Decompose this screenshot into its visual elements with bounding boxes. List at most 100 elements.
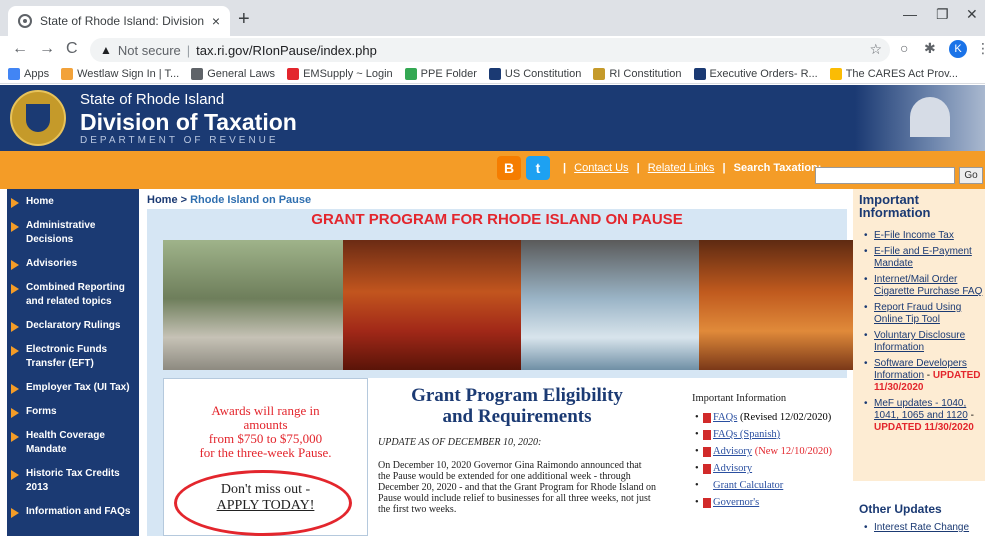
search-taxation-input[interactable] xyxy=(815,167,955,184)
puzzle-icon[interactable]: ✱ xyxy=(924,40,936,57)
other-updates-list: Interest Rate Change xyxy=(862,522,969,533)
other-update-link[interactable]: Interest Rate Change xyxy=(874,522,969,533)
important-info-link[interactable]: Voluntary Disclosure Information xyxy=(874,330,965,353)
sidebar-nav-item[interactable]: Electronic Funds Transfer (EFT) xyxy=(7,337,139,375)
important-info-heading: Important Information xyxy=(692,393,787,404)
other-updates-title: Other Updates xyxy=(859,502,942,516)
close-window-icon[interactable]: ✕ xyxy=(966,6,978,23)
bookmark-item[interactable]: Westlaw Sign In | T... xyxy=(61,67,179,80)
important-info-list: FAQs (Revised 12/02/2020) FAQs (Spanish) A… xyxy=(695,412,845,514)
info-link[interactable]: Advisory xyxy=(713,446,752,457)
sidebar-nav-item[interactable]: Declaratory Rulings xyxy=(7,313,139,337)
minimize-icon[interactable]: — xyxy=(903,6,917,22)
bookmark-item[interactable]: General Laws xyxy=(191,67,275,80)
bookmark-item[interactable]: Apps xyxy=(8,67,49,80)
important-info-link[interactable]: MeF updates - 1040, 1041, 1065 and 1120 xyxy=(874,398,968,421)
search-taxation-label: Search Taxation: xyxy=(733,162,822,174)
breadcrumb: Home > Rhode Island on Pause xyxy=(147,194,311,206)
reload-icon[interactable]: C xyxy=(66,40,78,58)
related-links-link[interactable]: Related Links xyxy=(648,162,715,174)
back-arrow-icon[interactable]: ← xyxy=(12,40,28,58)
info-link[interactable]: Advisory xyxy=(713,463,752,474)
info-link[interactable]: FAQs (Spanish) xyxy=(713,429,780,440)
important-info-link[interactable]: Report Fraud Using Online Tip Tool xyxy=(874,302,961,325)
blogger-icon[interactable]: B xyxy=(497,156,521,180)
info-link[interactable]: Grant Calculator xyxy=(713,480,783,491)
tab-close-icon[interactable]: × xyxy=(212,13,220,29)
highlight-circle xyxy=(174,470,352,536)
bookmark-item[interactable]: Executive Orders- R... xyxy=(693,67,818,80)
info-list-item: FAQs (Revised 12/02/2020) xyxy=(695,412,845,423)
browser-tab[interactable]: State of Rhode Island: Division of × xyxy=(8,6,230,36)
not-secure-label: Not secure xyxy=(117,42,181,58)
eligibility-heading-line-2: and Requirements xyxy=(442,406,592,427)
page-title: GRANT PROGRAM FOR RHODE ISLAND ON PAUSE xyxy=(311,211,683,228)
twitter-icon[interactable]: t xyxy=(526,156,550,180)
important-info-link[interactable]: Internet/Mail Order Cigarette Purchase F… xyxy=(874,274,982,297)
bookmark-favicon-icon xyxy=(191,67,204,80)
sidebar-nav-item[interactable]: Health Coverage Mandate xyxy=(7,423,139,461)
bookmarks-bar: Apps Westlaw Sign In | T... General Laws EM… xyxy=(0,64,985,84)
eligibility-heading: Grant Program Eligibility and Requiremen… xyxy=(372,385,662,427)
contact-us-link[interactable]: Contact Us xyxy=(574,162,628,174)
bookmark-star-icon[interactable]: ☆ xyxy=(869,41,882,58)
sidebar-nav-item[interactable]: Home xyxy=(7,189,139,213)
new-tab-button[interactable]: + xyxy=(238,8,250,31)
important-info-item: MeF updates - 1040, 1041, 1065 and 1120 … xyxy=(862,398,984,434)
info-note: (Revised 12/02/2020) xyxy=(737,412,832,423)
sidebar-nav-item[interactable]: Combined Reporting and related topics xyxy=(7,275,139,313)
breadcrumb-home[interactable]: Home xyxy=(147,194,178,206)
profile-avatar[interactable]: K xyxy=(949,40,967,58)
url-omnibox[interactable]: ▲ Not secure | tax.ri.gov/RIonPause/inde… xyxy=(90,38,890,62)
bookmark-item[interactable]: EMSupply ~ Login xyxy=(287,67,393,80)
award-line-1: Awards will range in xyxy=(211,403,320,418)
sidebar-nav-item[interactable]: Employer Tax (UI Tax) xyxy=(7,375,139,399)
bookmark-favicon-icon xyxy=(488,67,501,80)
bookmark-label: The CARES Act Prov... xyxy=(845,67,958,80)
info-list-item: FAQs (Spanish) xyxy=(695,429,845,440)
extension-circle-icon[interactable]: ○ xyxy=(900,40,908,56)
sidebar-nav-item[interactable]: Administrative Decisions xyxy=(7,213,139,251)
bookmark-item[interactable]: RI Constitution xyxy=(593,67,682,80)
bookmark-item[interactable]: US Constitution xyxy=(488,67,582,80)
important-title-line-2: Information xyxy=(859,205,931,220)
info-list-item: Advisory (New 12/10/2020) xyxy=(695,446,845,457)
forward-arrow-icon[interactable]: → xyxy=(39,40,55,58)
restore-icon[interactable]: ❐ xyxy=(936,6,949,23)
sidebar-nav-item[interactable]: Historic Tax Credits 2013 xyxy=(7,461,139,499)
award-line-2: amounts xyxy=(243,417,288,432)
bookmark-label: US Constitution xyxy=(504,67,582,80)
gym-photo xyxy=(163,240,343,370)
pdf-icon xyxy=(703,464,711,474)
important-info-link[interactable]: E-File Income Tax xyxy=(874,230,954,241)
info-link[interactable]: FAQs xyxy=(713,412,737,423)
pdf-icon xyxy=(703,430,711,440)
banner-photo-strip xyxy=(163,240,885,370)
sidebar-nav-item[interactable]: Information and FAQs xyxy=(7,499,139,523)
url-text[interactable]: tax.ri.gov/RIonPause/index.php xyxy=(196,43,377,58)
important-information-title: Important Information xyxy=(859,193,931,219)
header-state: State of Rhode Island xyxy=(80,91,225,108)
award-line-3: from $750 to $75,000 xyxy=(208,431,323,446)
bookmark-item[interactable]: PPE Folder xyxy=(404,67,477,80)
omnibox-separator: | xyxy=(186,42,191,58)
state-seal-icon[interactable] xyxy=(10,90,66,146)
eligibility-heading-line-1: Grant Program Eligibility xyxy=(411,385,623,406)
state-house-image xyxy=(855,85,985,151)
award-range-text: Awards will range in amounts from $750 t… xyxy=(163,404,368,460)
important-info-link[interactable]: E-File and E-Payment Mandate xyxy=(874,246,972,269)
update-separator: - xyxy=(924,370,933,381)
important-information-list: E-File Income Tax E-File and E-Payment Ma… xyxy=(862,230,984,438)
info-list-item: Grant Calculator xyxy=(695,480,845,491)
info-list-item: Governor's xyxy=(695,497,845,508)
sidebar-nav-item[interactable]: Forms xyxy=(7,399,139,423)
bookmark-favicon-icon xyxy=(8,67,20,80)
award-line-4: for the three-week Pause. xyxy=(199,445,332,460)
bookmark-item[interactable]: The CARES Act Prov... xyxy=(829,67,958,80)
sidebar-nav-item[interactable]: Advisories xyxy=(7,251,139,275)
go-button[interactable]: Go xyxy=(959,167,983,184)
info-link[interactable]: Governor's xyxy=(713,497,759,508)
menu-dots-icon[interactable]: ⋮ xyxy=(976,40,985,57)
bookmark-favicon-icon xyxy=(287,67,300,80)
important-info-item: Internet/Mail Order Cigarette Purchase F… xyxy=(862,274,984,298)
